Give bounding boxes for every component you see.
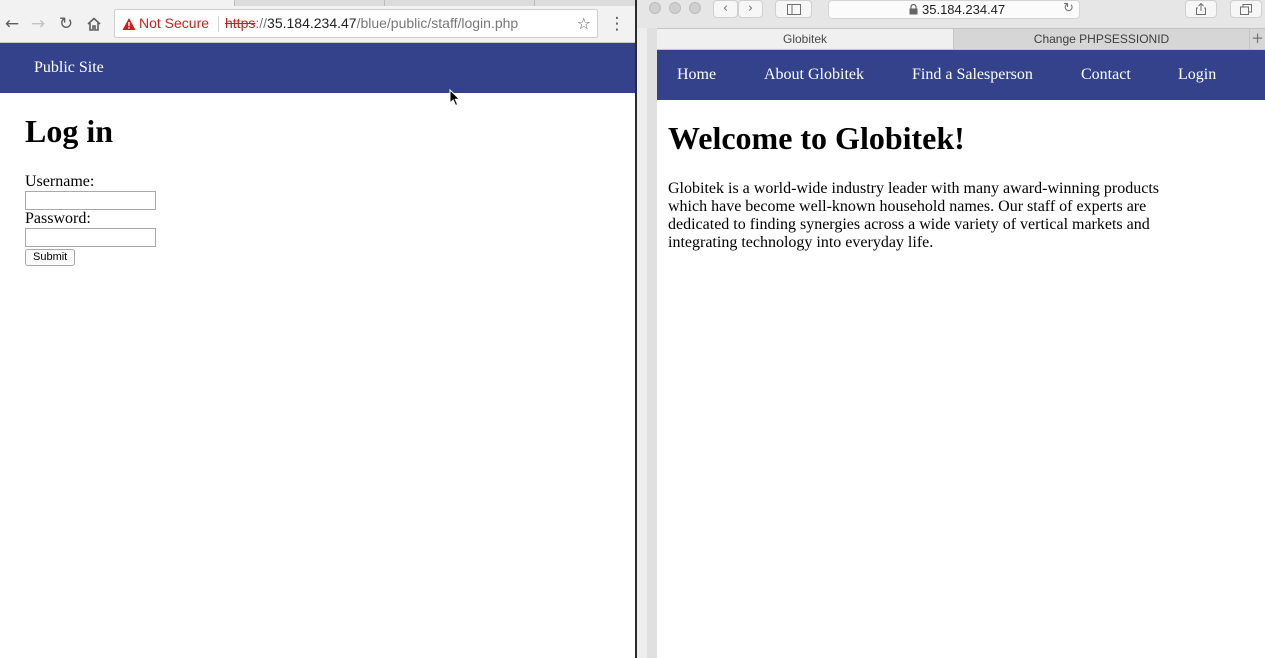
url-scheme: https [225, 15, 256, 31]
chrome-window: ← → ↻ Not Secure https://35.184.234.47/b… [0, 0, 635, 658]
page-title: Welcome to Globitek! [668, 120, 965, 156]
reload-icon[interactable]: ↻ [56, 14, 76, 34]
close-window-button[interactable] [649, 2, 661, 14]
safari-window: ‹ › 35.184.234.47 ↻ Globitek Change PHPS… [637, 0, 1265, 658]
url-host: 35.184.234.47 [267, 15, 357, 31]
forward-arrow-icon[interactable]: → [28, 14, 48, 34]
new-tab-button[interactable]: + [1249, 29, 1265, 49]
back-arrow-icon[interactable]: ← [2, 14, 22, 34]
url-path: /blue/public/staff/login.php [356, 15, 519, 31]
menu-dots-icon[interactable]: ⋮ [607, 12, 627, 36]
chrome-toolbar: ← → ↻ Not Secure https://35.184.234.47/b… [0, 6, 635, 43]
window-edge-inner [647, 0, 657, 658]
mouse-cursor-icon [449, 89, 461, 107]
tabs-overview-icon[interactable] [1230, 0, 1262, 18]
password-input[interactable] [25, 228, 156, 247]
lock-icon [909, 4, 918, 15]
tab-globitek[interactable]: Globitek [657, 29, 954, 49]
reload-icon[interactable]: ↻ [1063, 1, 1074, 16]
warning-triangle-icon [122, 18, 136, 30]
url-separator: :// [255, 15, 268, 31]
staff-nav-bar: Public Site [0, 43, 635, 93]
home-icon[interactable] [84, 14, 104, 34]
public-nav-bar: Home About Globitek Find a Salesperson C… [657, 50, 1265, 100]
back-arrow-icon[interactable]: ‹ [713, 0, 738, 18]
security-status[interactable]: Not Secure [139, 15, 209, 31]
share-icon[interactable] [1185, 0, 1217, 18]
nav-home[interactable]: Home [677, 66, 716, 84]
intro-paragraph: Globitek is a world-wide industry leader… [668, 180, 1159, 251]
nav-about-globitek[interactable]: About Globitek [764, 66, 864, 84]
zoom-window-button[interactable] [689, 2, 701, 14]
omnibox-separator [218, 16, 219, 32]
window-edge [637, 0, 657, 658]
url-text[interactable]: https://35.184.234.47/blue/public/staff/… [225, 15, 518, 31]
address-bar[interactable]: Not Secure https://35.184.234.47/blue/pu… [114, 9, 598, 38]
safari-tab-bar: Globitek Change PHPSESSIONID + [657, 28, 1265, 50]
nav-find-a-salesperson[interactable]: Find a Salesperson [912, 66, 1033, 84]
bookmark-star-icon[interactable]: ☆ [577, 14, 591, 33]
forward-arrow-icon[interactable]: › [738, 0, 763, 18]
safari-titlebar: ‹ › 35.184.234.47 ↻ [637, 0, 1265, 28]
public-site-link[interactable]: Public Site [34, 59, 104, 77]
tab-change-phpsessionid[interactable]: Change PHPSESSIONID [954, 29, 1249, 49]
username-input[interactable] [25, 191, 156, 210]
address-bar[interactable]: 35.184.234.47 ↻ [828, 0, 1080, 19]
password-label: Password: [25, 210, 91, 227]
page-title: Log in [25, 113, 114, 149]
submit-button[interactable]: Submit [25, 249, 76, 266]
minimize-window-button[interactable] [669, 2, 681, 14]
sidebar-icon[interactable] [775, 0, 812, 18]
username-label: Username: [25, 173, 95, 190]
nav-contact[interactable]: Contact [1081, 66, 1131, 84]
nav-login[interactable]: Login [1178, 66, 1216, 84]
address-domain: 35.184.234.47 [922, 2, 1006, 17]
